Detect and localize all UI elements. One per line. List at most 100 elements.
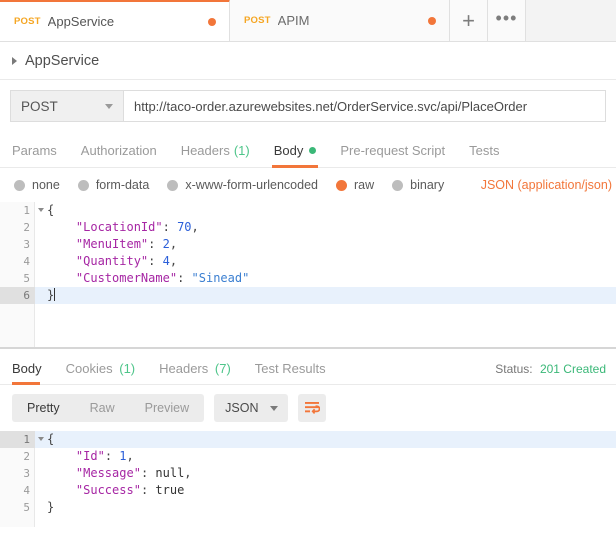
tab-body[interactable]: Body bbox=[262, 143, 329, 168]
tab-label: Headers bbox=[159, 361, 209, 376]
code-token: , bbox=[191, 220, 199, 234]
code-token: 70 bbox=[177, 220, 192, 234]
code-line[interactable]: 1{ bbox=[0, 202, 616, 219]
tab-label: Tests bbox=[469, 143, 500, 158]
code-token: 1 bbox=[119, 449, 127, 463]
line-number: 1 bbox=[0, 202, 44, 219]
code-token: true bbox=[155, 483, 185, 497]
tab-label: Params bbox=[12, 143, 57, 158]
code-token: { bbox=[47, 432, 55, 446]
line-number: 1 bbox=[0, 431, 44, 448]
response-format-select[interactable]: JSON bbox=[214, 394, 289, 422]
tab-params[interactable]: Params bbox=[12, 143, 69, 167]
request-url-row: POST http://taco-order.azurewebsites.net… bbox=[0, 80, 616, 130]
new-tab-button[interactable]: + bbox=[450, 0, 488, 41]
radio-label: raw bbox=[354, 178, 375, 192]
code-token: "MenuItem" bbox=[75, 237, 149, 251]
code-line[interactable]: 4 "Quantity": 4, bbox=[0, 253, 616, 270]
code-token: : bbox=[162, 220, 178, 234]
line-number: 4 bbox=[23, 255, 30, 268]
request-tab-bar: POST AppService POST APIM + ••• bbox=[0, 0, 616, 42]
view-mode-preview[interactable]: Preview bbox=[130, 394, 204, 422]
code-line[interactable]: 5 "CustomerName": "Sinead" bbox=[0, 270, 616, 287]
request-tab-appservice[interactable]: POST AppService bbox=[0, 0, 230, 41]
radio-label: binary bbox=[410, 178, 445, 192]
http-method-select[interactable]: POST bbox=[10, 90, 124, 122]
request-code-lines: 1{2 "LocationId": 70, 3 "MenuItem": 2, 4 "… bbox=[0, 202, 616, 304]
code-token: } bbox=[47, 500, 55, 514]
line-number: 5 bbox=[23, 272, 30, 285]
view-mode-pretty[interactable]: Pretty bbox=[12, 394, 75, 422]
code-token: : bbox=[177, 271, 192, 285]
code-token: "Sinead" bbox=[191, 271, 250, 285]
tab-options-button[interactable]: ••• bbox=[488, 0, 526, 41]
response-tab-test-results[interactable]: Test Results bbox=[243, 361, 338, 384]
breadcrumb[interactable]: AppService bbox=[0, 42, 616, 80]
code-line[interactable]: 3 "MenuItem": 2, bbox=[0, 236, 616, 253]
unsaved-indicator-dot[interactable] bbox=[428, 16, 436, 25]
radio-icon bbox=[77, 179, 89, 191]
response-body-editor[interactable]: 1{2 "Id": 1, 3 "Message": null, 4 "Success… bbox=[0, 431, 616, 527]
code-token: , bbox=[126, 449, 134, 463]
tab-method-label: POST bbox=[244, 15, 271, 26]
body-type-x-www-form-urlencoded[interactable]: x-www-form-urlencoded bbox=[167, 178, 318, 192]
code-line[interactable]: 5} bbox=[0, 499, 616, 516]
word-wrap-toggle-button[interactable] bbox=[298, 394, 327, 422]
chevron-down-icon bbox=[270, 406, 279, 411]
chevron-right-icon[interactable] bbox=[12, 56, 17, 65]
code-line[interactable]: 2 "Id": 1, bbox=[0, 448, 616, 465]
tab-label: Pre-request Script bbox=[340, 143, 446, 158]
view-mode-raw[interactable]: Raw bbox=[75, 394, 130, 422]
code-text: } bbox=[35, 287, 56, 304]
code-token: "LocationId" bbox=[75, 220, 163, 234]
code-line[interactable]: 2 "LocationId": 70, bbox=[0, 219, 616, 236]
code-token: "Success" bbox=[75, 483, 141, 497]
content-type-select[interactable]: JSON (application/json) bbox=[481, 178, 612, 192]
code-line[interactable]: 6} bbox=[0, 287, 616, 304]
code-token: : bbox=[140, 466, 156, 480]
request-body-editor[interactable]: 1{2 "LocationId": 70, 3 "MenuItem": 2, 4 "… bbox=[0, 202, 616, 348]
line-number: 3 bbox=[23, 467, 30, 480]
line-number: 5 bbox=[23, 501, 30, 514]
tab-label: Headers bbox=[180, 143, 230, 158]
tab-count: (1) bbox=[233, 143, 250, 158]
tab-title: AppService bbox=[47, 14, 115, 29]
radio-label: x-www-form-urlencoded bbox=[185, 178, 318, 192]
body-type-none[interactable]: none bbox=[14, 178, 60, 192]
tab-pre-request-script[interactable]: Pre-request Script bbox=[328, 143, 457, 167]
radio-icon bbox=[392, 179, 404, 191]
tab-label: Body bbox=[12, 361, 42, 376]
tab-tests[interactable]: Tests bbox=[457, 143, 511, 167]
line-number: 6 bbox=[0, 287, 35, 304]
code-token: : bbox=[104, 449, 120, 463]
code-token: 2 bbox=[162, 237, 170, 251]
code-text: "Id": 1, bbox=[35, 448, 134, 465]
response-section: Body Cookies (1) Headers (7) Test Result… bbox=[0, 348, 616, 527]
code-token: : bbox=[148, 254, 163, 268]
tab-count: (7) bbox=[214, 361, 231, 376]
tab-headers[interactable]: Headers (1) bbox=[169, 143, 262, 167]
code-line[interactable]: 1{ bbox=[0, 431, 616, 448]
request-tab-apim[interactable]: POST APIM bbox=[230, 0, 450, 41]
tab-authorization[interactable]: Authorization bbox=[69, 143, 169, 167]
code-text: "Message": null, bbox=[35, 465, 192, 482]
response-format-value: JSON bbox=[225, 401, 259, 415]
body-type-form-data[interactable]: form-data bbox=[77, 178, 149, 192]
response-tab-body[interactable]: Body bbox=[12, 361, 54, 385]
code-line[interactable]: 4 "Success": true bbox=[0, 482, 616, 499]
code-line[interactable]: 3 "Message": null, bbox=[0, 465, 616, 482]
response-tab-headers[interactable]: Headers (7) bbox=[147, 361, 243, 384]
response-code-lines: 1{2 "Id": 1, 3 "Message": null, 4 "Success… bbox=[0, 431, 616, 516]
unsaved-indicator-dot[interactable] bbox=[208, 17, 216, 26]
breadcrumb-label: AppService bbox=[25, 52, 100, 69]
body-type-binary[interactable]: binary bbox=[392, 178, 444, 192]
response-tab-cookies[interactable]: Cookies (1) bbox=[54, 361, 147, 384]
code-text: "CustomerName": "Sinead" bbox=[35, 270, 249, 287]
request-url-input[interactable]: http://taco-order.azurewebsites.net/Orde… bbox=[124, 90, 606, 122]
response-view-mode-group: Pretty Raw Preview bbox=[12, 394, 205, 422]
line-number: 2 bbox=[23, 221, 30, 234]
body-type-raw[interactable]: raw bbox=[336, 178, 374, 192]
